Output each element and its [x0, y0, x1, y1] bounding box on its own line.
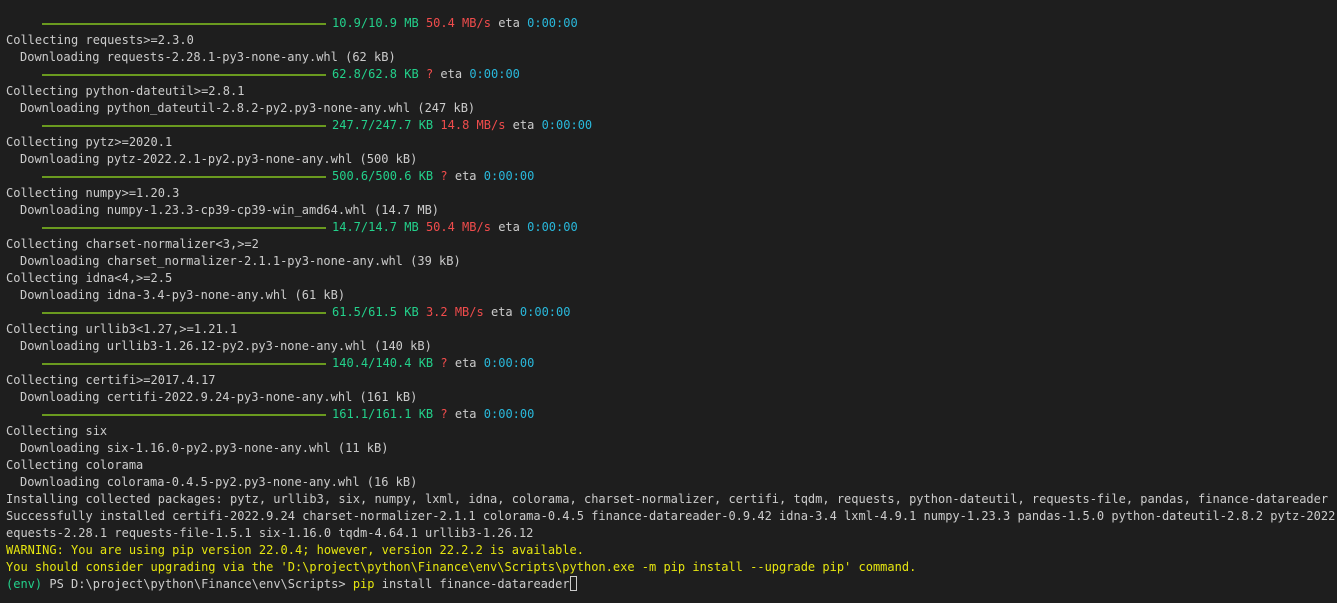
progress-size: 62.8/62.8 KB [332, 67, 419, 81]
progress-eta: 0:00:00 [527, 16, 578, 30]
progress-size: 500.6/500.6 KB [332, 169, 434, 183]
eta-label: eta [512, 118, 535, 132]
upgrade-hint-line: You should consider upgrading via the 'D… [6, 560, 917, 574]
progress-size: 140.4/140.4 KB [332, 356, 434, 370]
progress-line: 140.4/140.4 KB ? eta 0:00:00 [6, 355, 1337, 372]
progress-eta: 0:00:00 [483, 407, 535, 421]
installing-line: Installing collected packages: pytz, url… [6, 492, 1329, 506]
collect-line: Collecting idna<4,>=2.5 [6, 271, 173, 285]
download-line: Downloading numpy-1.23.3-cp39-cp39-win_a… [20, 203, 440, 217]
collect-line: Collecting pytz>=2020.1 [6, 135, 173, 149]
collect-line: Collecting urllib3<1.27,>=1.21.1 [6, 322, 238, 336]
collect-line: Collecting numpy>=1.20.3 [6, 186, 180, 200]
success-line-wrap: equests-2.28.1 requests-file-1.5.1 six-1… [6, 526, 534, 540]
progress-size: 14.7/14.7 MB [332, 220, 419, 234]
progress-bar [42, 124, 326, 127]
eta-label: eta [498, 16, 520, 30]
progress-line: 14.7/14.7 MB 50.4 MB/s eta 0:00:00 [6, 219, 1337, 236]
collect-line: Collecting requests>=2.3.0 [6, 33, 194, 47]
progress-bar [42, 73, 326, 76]
progress-line: 161.1/161.1 KB ? eta 0:00:00 [6, 406, 1337, 423]
success-line: Successfully installed certifi-2022.9.24… [6, 509, 1337, 523]
progress-bar [42, 226, 326, 229]
command-args[interactable]: install finance-datareader [382, 577, 570, 591]
progress-bar [42, 22, 326, 25]
progress-speed: ? [440, 356, 448, 370]
progress-speed: 50.4 MB/s [425, 220, 491, 234]
progress-speed: 14.8 MB/s [440, 118, 506, 132]
progress-size: 61.5/61.5 KB [332, 305, 419, 319]
progress-eta: 0:00:00 [527, 220, 578, 234]
progress-size: 247.7/247.7 KB [332, 118, 434, 132]
progress-line: 500.6/500.6 KB ? eta 0:00:00 [6, 168, 1337, 185]
progress-bar [42, 362, 326, 365]
collect-line: Collecting colorama [6, 458, 144, 472]
prompt-path: PS D:\project\python\Finance\env\Scripts… [49, 577, 346, 591]
download-line: Downloading charset_normalizer-2.1.1-py3… [20, 254, 461, 268]
progress-bar [42, 175, 326, 178]
progress-speed: ? [440, 169, 448, 183]
download-line: Downloading colorama-0.4.5-py2.py3-none-… [20, 475, 418, 489]
download-line: Downloading certifi-2022.9.24-py3-none-a… [20, 390, 418, 404]
text-cursor [569, 576, 577, 591]
eta-label: eta [490, 305, 513, 319]
command-name[interactable]: pip [353, 577, 375, 591]
terminal-output[interactable]: 10.9/10.9 MB 50.4 MB/s eta 0:00:00 Colle… [0, 0, 1337, 603]
download-line: Downloading pytz-2022.2.1-py2.py3-none-a… [20, 152, 418, 166]
eta-label: eta [454, 356, 477, 370]
progress-speed: ? [440, 407, 448, 421]
download-line: Downloading urllib3-1.26.12-py2.py3-none… [20, 339, 432, 353]
download-line: Downloading python_dateutil-2.8.2-py2.py… [20, 101, 476, 115]
eta-label: eta [454, 169, 477, 183]
env-indicator: (env) [6, 577, 43, 591]
collect-line: Collecting certifi>=2017.4.17 [6, 373, 216, 387]
progress-line: 10.9/10.9 MB 50.4 MB/s eta 0:00:00 [6, 15, 1337, 32]
eta-label: eta [498, 220, 520, 234]
download-line: Downloading requests-2.28.1-py3-none-any… [20, 50, 396, 64]
progress-eta: 0:00:00 [483, 169, 535, 183]
warning-line: WARNING: You are using pip version 22.0.… [6, 543, 584, 557]
progress-line: 247.7/247.7 KB 14.8 MB/s eta 0:00:00 [6, 117, 1337, 134]
prompt-line[interactable]: (env) PS D:\project\python\Finance\env\S… [6, 576, 1337, 593]
collect-line: Collecting charset-normalizer<3,>=2 [6, 237, 259, 251]
progress-speed: 3.2 MB/s [425, 305, 484, 319]
progress-line: 62.8/62.8 KB ? eta 0:00:00 [6, 66, 1337, 83]
download-line: Downloading idna-3.4-py3-none-any.whl (6… [20, 288, 346, 302]
progress-bar [42, 413, 326, 416]
progress-size: 161.1/161.1 KB [332, 407, 434, 421]
download-line: Downloading six-1.16.0-py2.py3-none-any.… [20, 441, 389, 455]
progress-speed: ? [425, 67, 434, 81]
progress-speed: 50.4 MB/s [425, 16, 491, 30]
progress-eta: 0:00:00 [541, 118, 593, 132]
progress-eta: 0:00:00 [483, 356, 535, 370]
eta-label: eta [454, 407, 477, 421]
collect-line: Collecting python-dateutil>=2.8.1 [6, 84, 245, 98]
progress-eta: 0:00:00 [519, 305, 571, 319]
progress-bar [42, 311, 326, 314]
eta-label: eta [440, 67, 463, 81]
collect-line: Collecting six [6, 424, 108, 438]
progress-eta: 0:00:00 [469, 67, 520, 81]
progress-line: 61.5/61.5 KB 3.2 MB/s eta 0:00:00 [6, 304, 1337, 321]
progress-size: 10.9/10.9 MB [332, 16, 419, 30]
